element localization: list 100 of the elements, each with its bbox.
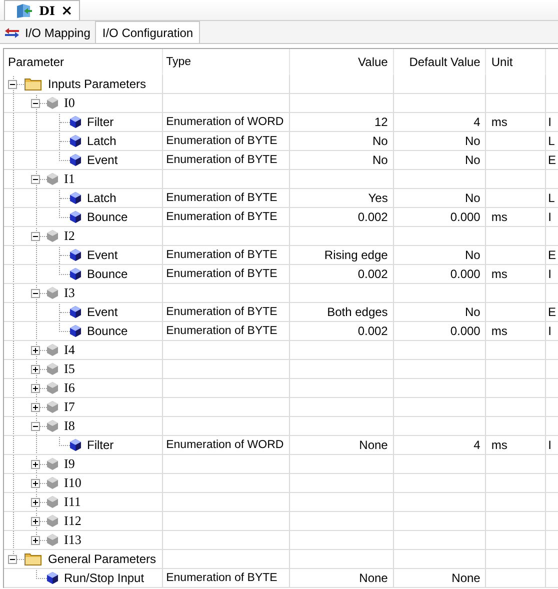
collapse-icon[interactable]	[31, 232, 40, 240]
column-header[interactable]: Unit	[486, 49, 546, 75]
table-cell: Enumeration of BYTE	[163, 132, 290, 151]
column-header[interactable]: Parameter	[4, 49, 164, 75]
table-cell	[486, 170, 546, 189]
table-cell	[486, 493, 546, 512]
parameter-name: I11	[64, 494, 81, 510]
expand-icon[interactable]	[31, 460, 40, 468]
table-cell: L	[546, 189, 558, 208]
cube-icon	[70, 439, 81, 451]
cube-icon	[70, 325, 81, 337]
table-cell	[486, 550, 546, 569]
parameter-name: I2	[64, 228, 75, 244]
parameter-name: Event	[87, 305, 118, 319]
collapse-icon[interactable]	[31, 98, 40, 108]
parameter-name: Bounce	[87, 324, 128, 338]
parameter-name: General Parameters	[48, 552, 156, 566]
parameter-name: I0	[64, 95, 75, 111]
parameter-name: I3	[64, 285, 75, 301]
expand-icon[interactable]	[31, 498, 40, 506]
table-cell: Yes	[290, 189, 394, 208]
table-cell: 12	[290, 113, 394, 132]
table-cell: I	[546, 208, 558, 227]
collapse-icon[interactable]	[8, 80, 17, 88]
collapse-icon[interactable]	[8, 554, 17, 564]
expand-icon[interactable]	[31, 402, 40, 412]
table-cell: Rising edge	[290, 246, 394, 265]
table-cell: Enumeration of BYTE	[163, 569, 290, 588]
table-cell: None	[394, 569, 486, 588]
table-cell: No	[290, 151, 394, 170]
module-icon	[15, 2, 33, 18]
column-header[interactable]: Value	[290, 49, 394, 75]
cube-icon	[70, 135, 81, 147]
table-cell	[486, 132, 546, 151]
parameter-name: Event	[87, 248, 118, 262]
table-cell: Enumeration of BYTE	[163, 151, 290, 170]
expand-icon[interactable]	[31, 364, 40, 374]
collapse-icon[interactable]	[31, 174, 40, 184]
cube-icon	[70, 306, 81, 318]
table-cell	[486, 75, 546, 94]
expand-icon[interactable]	[31, 346, 40, 354]
table-cell: Enumeration of BYTE	[163, 246, 290, 265]
table-cell: ms	[486, 265, 546, 284]
table-cell	[486, 227, 546, 246]
table-cell	[486, 341, 546, 360]
table-cell: No	[394, 303, 486, 322]
table-cell: E	[546, 303, 558, 322]
parameter-name: Bounce	[87, 210, 128, 224]
parameter-name: I5	[64, 361, 75, 377]
cube-icon	[70, 116, 81, 128]
column-header[interactable]: Type	[163, 49, 290, 75]
table-cell: 0.002	[290, 208, 394, 227]
parameter-name: I13	[64, 532, 82, 548]
parameter-name: I8	[64, 418, 75, 434]
table-cell	[486, 379, 546, 398]
expand-icon[interactable]	[31, 536, 40, 544]
table-cell: Enumeration of BYTE	[163, 265, 290, 284]
table-cell	[486, 512, 546, 531]
folder-icon	[24, 77, 42, 91]
table-cell: Enumeration of WORD	[163, 113, 290, 132]
cube-icon	[70, 268, 81, 280]
parameter-name: I9	[64, 456, 75, 472]
parameter-name: Latch	[87, 134, 116, 148]
parameter-name: I10	[64, 475, 82, 491]
tab[interactable]: I/O Configuration	[95, 21, 200, 43]
parameter-name: Filter	[87, 438, 114, 452]
column-header[interactable]: Default Value	[394, 49, 486, 75]
table-cell: E	[546, 151, 558, 170]
table-cell: Enumeration of BYTE	[163, 303, 290, 322]
folder-icon	[24, 552, 42, 566]
table-cell	[486, 531, 546, 550]
table-cell: 0.000	[394, 322, 486, 341]
table-cell	[486, 189, 546, 208]
parameter-name: I4	[64, 342, 75, 358]
document-tab[interactable]: DI ×	[4, 0, 80, 20]
table-cell: Enumeration of BYTE	[163, 322, 290, 341]
collapse-icon[interactable]	[31, 288, 40, 298]
expand-icon[interactable]	[31, 516, 40, 526]
cube-icon	[70, 211, 81, 223]
cube-icon	[47, 572, 58, 584]
close-button[interactable]: ×	[61, 4, 73, 18]
parameter-name: I12	[64, 513, 82, 529]
collapse-icon[interactable]	[31, 422, 40, 430]
table-cell: None	[290, 436, 394, 455]
table-cell: No	[290, 132, 394, 151]
table-cell	[486, 246, 546, 265]
table-cell: I	[546, 113, 558, 132]
cube-icon	[70, 249, 81, 261]
parameter-name: I7	[64, 399, 75, 415]
table-cell: I	[546, 436, 558, 455]
table-cell: No	[394, 151, 486, 170]
expand-icon[interactable]	[31, 384, 40, 392]
table-cell	[486, 151, 546, 170]
table-cell: L	[546, 132, 558, 151]
table-cell: ms	[486, 113, 546, 132]
expand-icon[interactable]	[31, 478, 40, 488]
table-cell	[486, 455, 546, 474]
cube-icon	[70, 154, 81, 166]
table-cell: ms	[486, 208, 546, 227]
parameter-name: Bounce	[87, 267, 128, 281]
